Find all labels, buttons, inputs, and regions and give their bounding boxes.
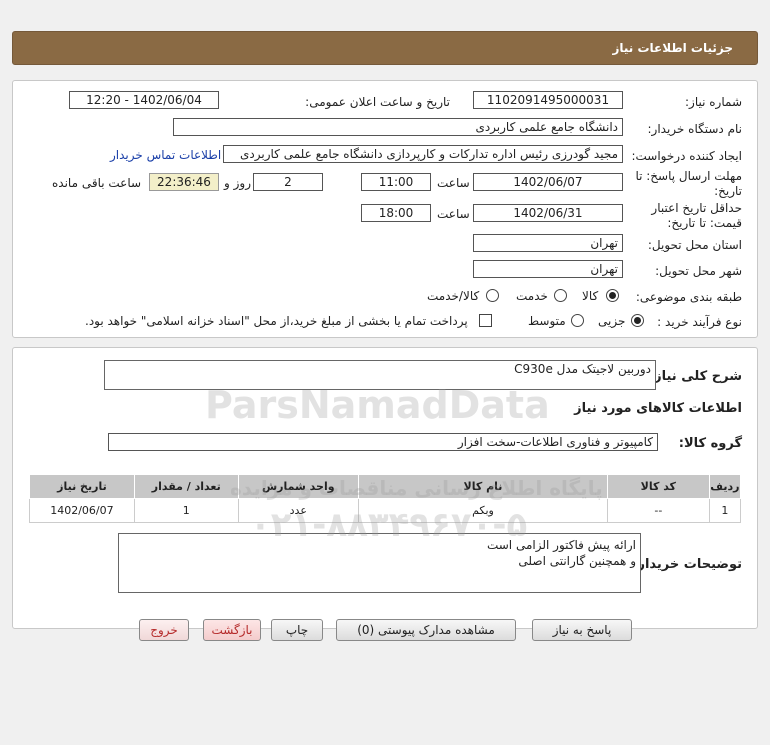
exit-button[interactable]: خروج xyxy=(139,619,189,641)
announce-label: تاریخ و ساعت اعلان عمومی: xyxy=(305,95,450,109)
validity-label-line2: قیمت: تا تاریخ: xyxy=(667,216,742,230)
need-number-field[interactable]: 1102091495000031 xyxy=(473,91,623,109)
summary-field[interactable]: دوربین لاجیتک مدل C930e xyxy=(104,360,656,390)
items-table-header: ردیف کد کالا نام کالا واحد شمارش تعداد /… xyxy=(29,474,742,499)
col-code: کد کالا xyxy=(606,474,710,499)
category-radio-goods-service[interactable] xyxy=(486,289,499,302)
validity-time-field[interactable]: 18:00 xyxy=(361,204,431,222)
goods-group-field[interactable]: کامپیوتر و فناوری اطلاعات-سخت افزار xyxy=(108,433,658,451)
deadline-label-line1: مهلت ارسال پاسخ: تا xyxy=(635,169,742,183)
buyer-notes-label: توضیحات خریدار: xyxy=(632,557,742,572)
cell-date: 1402/06/07 xyxy=(29,498,135,523)
remaining-time-field: 22:36:46 xyxy=(149,173,219,191)
days-label: روز و xyxy=(224,176,251,190)
deadline-date-field[interactable]: 1402/06/07 xyxy=(473,173,623,191)
category-option-service: خدمت xyxy=(516,289,548,303)
process-label: نوع فرآیند خرید : xyxy=(657,315,742,329)
category-label: طبقه بندی موضوعی: xyxy=(635,290,742,304)
province-field[interactable]: تهران xyxy=(473,234,623,252)
buyer-notes-line1: ارائه پیش فاکتور الزامی است xyxy=(486,538,636,552)
requester-field[interactable]: مجید گودرزی رئیس اداره تدارکات و کارپردا… xyxy=(223,145,623,163)
days-field[interactable]: 2 xyxy=(253,173,323,191)
process-radio-minor[interactable] xyxy=(631,314,644,327)
buyer-org-label: نام دستگاه خریدار: xyxy=(647,122,743,136)
goods-info-title: اطلاعات کالاهای مورد نیاز xyxy=(574,401,742,416)
reply-button[interactable]: پاسخ به نیاز xyxy=(532,619,632,641)
process-radio-medium[interactable] xyxy=(571,314,584,327)
remaining-label: ساعت باقی مانده xyxy=(52,176,142,190)
goods-group-label: گروه کالا: xyxy=(678,436,742,451)
buyer-org-field[interactable]: دانشگاه جامع علمی کاربردی xyxy=(173,118,623,136)
category-option-goods-service: کالا/خدمت xyxy=(427,289,480,303)
page-title: جزئیات اطلاعات نیاز xyxy=(612,41,733,55)
city-label: شهر محل تحویل: xyxy=(655,264,742,278)
process-option-medium: متوسط xyxy=(528,314,566,328)
process-option-minor: جزیی xyxy=(598,314,626,328)
province-label: استان محل تحویل: xyxy=(647,238,742,252)
buyer-contact-link[interactable]: اطلاعات تماس خریدار xyxy=(110,148,221,162)
table-row: 1 -- وبکم عدد 1 1402/06/07 xyxy=(29,498,742,523)
cell-name: وبکم xyxy=(357,498,608,523)
category-radio-goods[interactable] xyxy=(606,289,619,302)
deadline-label-line2: تاریخ: xyxy=(714,184,742,198)
deadline-time-field[interactable]: 11:00 xyxy=(361,173,431,191)
back-button[interactable]: بازگشت xyxy=(203,619,261,641)
deadline-time-label: ساعت xyxy=(437,176,470,190)
col-unit: واحد شمارش xyxy=(237,474,359,499)
treasury-payment-note: پرداخت تمام یا بخشی از مبلغ خرید،از محل … xyxy=(85,314,468,328)
page-header: جزئیات اطلاعات نیاز xyxy=(12,31,758,65)
validity-label-line1: حداقل تاریخ اعتبار xyxy=(651,201,742,215)
deadline-label: مهلت ارسال پاسخ: تا تاریخ: xyxy=(635,169,742,199)
col-date: تاریخ نیاز xyxy=(29,474,135,499)
buyer-notes-line2: و همچنین گارانتی اصلی xyxy=(518,554,636,568)
cell-unit: عدد xyxy=(237,498,359,523)
buyer-notes-field[interactable]: ارائه پیش فاکتور الزامی است و همچنین گار… xyxy=(118,533,641,593)
requester-label: ایجاد کننده درخواست: xyxy=(631,149,742,163)
need-number-label: شماره نیاز: xyxy=(685,95,742,109)
summary-label: شرح کلی نیاز: xyxy=(648,369,742,384)
validity-date-field[interactable]: 1402/06/31 xyxy=(473,204,623,222)
cell-qty: 1 xyxy=(133,498,239,523)
treasury-payment-checkbox[interactable] xyxy=(479,314,492,327)
col-name: نام کالا xyxy=(357,474,608,499)
col-row: ردیف xyxy=(708,474,742,499)
category-radio-service[interactable] xyxy=(554,289,567,302)
print-button[interactable]: چاپ xyxy=(271,619,323,641)
validity-label: حداقل تاریخ اعتبار قیمت: تا تاریخ: xyxy=(651,201,742,231)
cell-row: 1 xyxy=(708,498,742,523)
attachments-button[interactable]: مشاهده مدارک پیوستی (0) xyxy=(336,619,516,641)
cell-code: -- xyxy=(606,498,710,523)
col-qty: تعداد / مقدار xyxy=(133,474,239,499)
items-table: ردیف کد کالا نام کالا واحد شمارش تعداد /… xyxy=(29,474,742,523)
category-option-goods: کالا xyxy=(582,289,599,303)
announce-field[interactable]: 1402/06/04 - 12:20 xyxy=(69,91,219,109)
validity-time-label: ساعت xyxy=(437,207,470,221)
city-field[interactable]: تهران xyxy=(473,260,623,278)
